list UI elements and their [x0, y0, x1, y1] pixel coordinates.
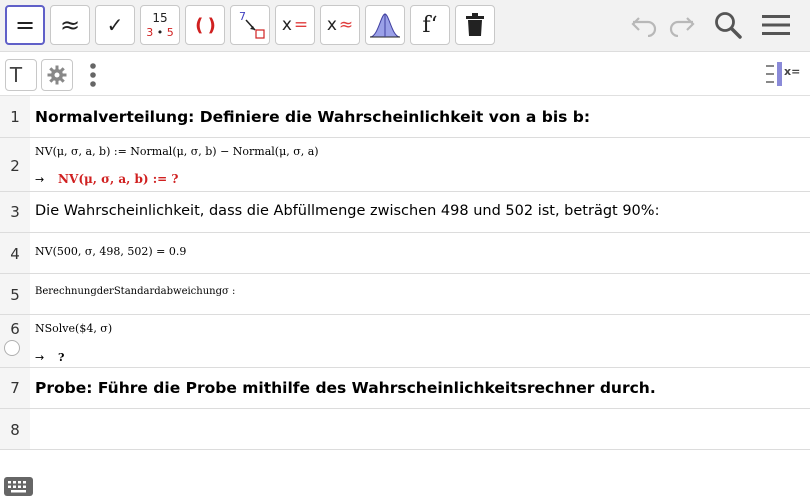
- solve-icon: x =: [282, 15, 308, 35]
- row-number: 2: [10, 157, 20, 175]
- row-number-cell[interactable]: 3: [0, 192, 30, 232]
- fraction-icon-bottom: 3 • 5: [146, 26, 174, 39]
- factor-tool-button[interactable]: 15 3 • 5: [140, 5, 180, 45]
- cas-output: → ?: [35, 350, 65, 364]
- cas-text-cell[interactable]: Normalverteilung: Definiere die Wahrsche…: [35, 108, 590, 126]
- keyboard-icon: [8, 481, 26, 493]
- undo-button[interactable]: [628, 8, 662, 42]
- row-number-cell[interactable]: 7: [0, 368, 30, 408]
- row-number-cell[interactable]: 2: [0, 138, 30, 191]
- redo-icon: [669, 17, 695, 37]
- row-number-cell[interactable]: 6: [0, 315, 30, 367]
- row-number-cell[interactable]: 5: [0, 274, 30, 314]
- cas-input-cell[interactable]: NSolve($4, σ): [35, 322, 112, 335]
- cas-output: → NV(μ, σ, a, b) := ?: [35, 172, 178, 186]
- style-bar: T x=: [0, 53, 810, 96]
- row-number-cell[interactable]: 1: [0, 96, 30, 137]
- cas-row[interactable]: 4 NV(500, σ, 498, 502) = 0.9: [0, 233, 810, 274]
- svg-text:7: 7: [239, 10, 246, 23]
- row-number: 8: [10, 421, 20, 439]
- cas-row[interactable]: 8: [0, 409, 810, 450]
- check-icon: ✓: [106, 13, 124, 37]
- bell-curve-icon: [369, 13, 401, 38]
- row-number: 5: [10, 286, 20, 304]
- cas-row[interactable]: 2 NV(μ, σ, a, b) := Normal(μ, σ, b) − No…: [0, 138, 810, 192]
- numeric-solve-icon-x: x: [326, 15, 337, 35]
- text-tool-button[interactable]: T: [5, 59, 37, 91]
- fraction-icon-right: 5: [166, 26, 174, 39]
- algebra-view-label: x=: [784, 65, 801, 78]
- cas-output-value: NV(μ, σ, a, b) := ?: [58, 172, 179, 186]
- algebra-view-toggle[interactable]: x=: [764, 61, 804, 87]
- row-number: 1: [10, 108, 20, 126]
- settings-button[interactable]: [41, 59, 73, 91]
- substitute-tool-button[interactable]: 7: [230, 5, 270, 45]
- cas-row[interactable]: 7 Probe: Führe die Probe mithilfe des Wa…: [0, 368, 810, 409]
- derivative-tool-button[interactable]: f‘: [410, 5, 450, 45]
- vertical-dots-icon: [90, 63, 96, 87]
- cas-row[interactable]: 6 NSolve($4, σ) → ?: [0, 315, 810, 368]
- numeric-solve-icon-approx: ≈: [338, 15, 354, 35]
- cas-input-cell[interactable]: NV(500, σ, 498, 502) = 0.9: [35, 245, 186, 258]
- numeric-solve-tool-button[interactable]: x ≈: [320, 5, 360, 45]
- row-number: 3: [10, 203, 20, 221]
- cas-text-cell[interactable]: Probe: Führe die Probe mithilfe des Wahr…: [35, 379, 656, 397]
- cas-text-cell[interactable]: Die Wahrscheinlichkeit, dass die Abfüllm…: [35, 203, 659, 219]
- gear-icon: [47, 65, 67, 85]
- row-number: 4: [10, 245, 20, 263]
- cas-row[interactable]: 1 Normalverteilung: Definiere die Wahrsc…: [0, 96, 810, 138]
- cas-output-value: ?: [58, 351, 65, 364]
- equals-icon: =: [14, 11, 36, 39]
- delete-tool-button[interactable]: [455, 5, 495, 45]
- row-number-cell[interactable]: 8: [0, 409, 30, 449]
- text-tool-label: T: [9, 63, 23, 87]
- more-options-button[interactable]: [86, 61, 100, 89]
- search-icon: [715, 12, 742, 39]
- cas-input-cell[interactable]: NV(μ, σ, a, b) := Normal(μ, σ, b) − Norm…: [35, 145, 319, 158]
- expand-tool-button[interactable]: ( ): [185, 5, 225, 45]
- substitute-icon: 7: [239, 10, 265, 39]
- evaluate-tool-button[interactable]: =: [5, 5, 45, 45]
- probability-calculator-button[interactable]: [365, 5, 405, 45]
- derivative-icon: f‘: [422, 12, 438, 38]
- solve-icon-x: x: [281, 15, 292, 35]
- cas-view: 1 Normalverteilung: Definiere die Wahrsc…: [0, 96, 810, 450]
- row-number: 6: [10, 320, 20, 338]
- cas-row[interactable]: 5 BerechnungderStandardabweichungσ :: [0, 274, 810, 315]
- approx-icon: ≈: [59, 11, 81, 39]
- solve-tool-button[interactable]: x =: [275, 5, 315, 45]
- numeric-tool-button[interactable]: ≈: [50, 5, 90, 45]
- fraction-icon-top: 15: [152, 11, 168, 25]
- output-arrow: →: [35, 173, 45, 186]
- main-toolbar: = ≈ ✓ 15 3 • 5 ( ) 7 x = x ≈ f‘: [0, 0, 810, 52]
- numeric-solve-icon: x ≈: [327, 15, 353, 35]
- row-number: 7: [10, 379, 20, 397]
- cas-row[interactable]: 3 Die Wahrscheinlichkeit, dass die Abfül…: [0, 192, 810, 233]
- search-button[interactable]: [711, 8, 745, 42]
- parens-icon: ( ): [195, 14, 216, 36]
- keep-input-tool-button[interactable]: ✓: [95, 5, 135, 45]
- main-menu-button[interactable]: [759, 8, 793, 42]
- row-number-cell[interactable]: 4: [0, 233, 30, 273]
- redo-button[interactable]: [664, 8, 698, 42]
- virtual-keyboard-button[interactable]: [4, 477, 33, 496]
- undo-icon: [631, 17, 657, 37]
- output-arrow: →: [35, 351, 45, 364]
- trash-icon: [466, 13, 484, 36]
- hamburger-menu-icon: [762, 15, 790, 35]
- solve-icon-equals: =: [293, 15, 309, 35]
- fraction-icon: 15 3 • 5: [146, 12, 173, 38]
- row-marble-toggle[interactable]: [4, 340, 20, 356]
- cas-input-cell[interactable]: BerechnungderStandardabweichungσ :: [35, 286, 235, 297]
